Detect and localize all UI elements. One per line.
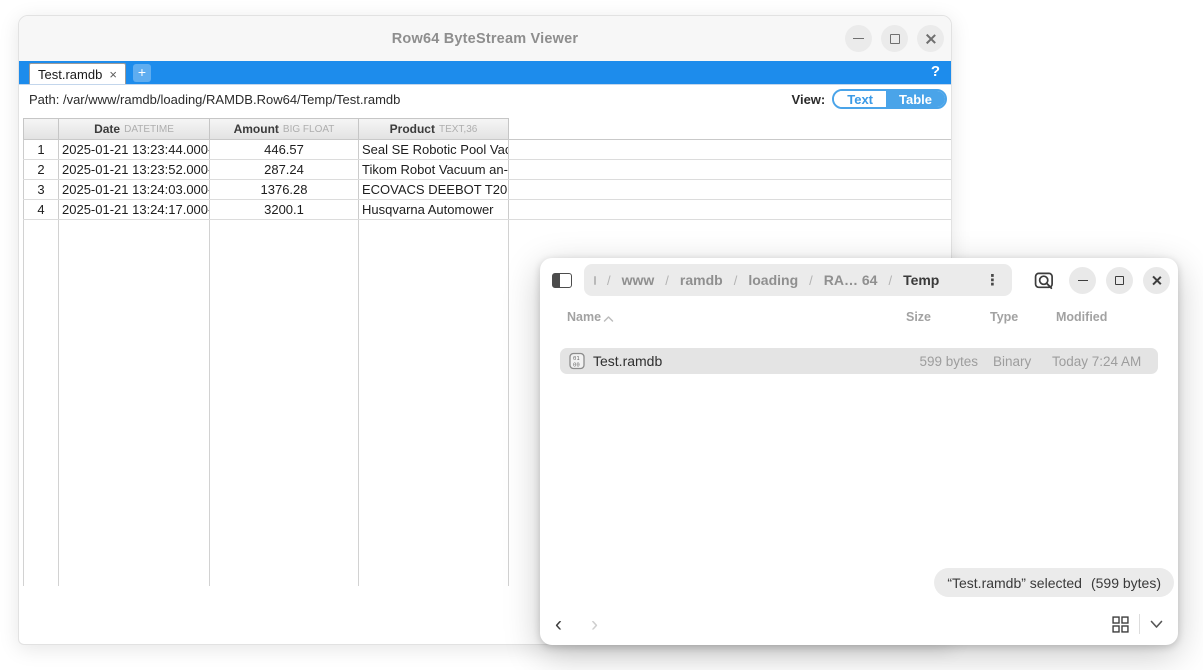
minimize-button[interactable] xyxy=(1069,267,1096,294)
cell-product[interactable]: Tikom Robot Vacuum an- xyxy=(359,160,509,179)
file-modified: Today 7:24 AM xyxy=(1052,348,1141,374)
cell-amount[interactable]: 3200.1 xyxy=(210,200,359,219)
row-number: 2 xyxy=(23,160,59,179)
file-size: 599 bytes xyxy=(919,348,978,374)
column-header-type[interactable]: Type xyxy=(990,310,1018,324)
svg-text:00: 00 xyxy=(573,362,580,368)
view-toggle: Text Table xyxy=(832,89,947,109)
cell-product[interactable]: ECOVACS DEEBOT T20 O- xyxy=(359,180,509,199)
tab-test-ramdb[interactable]: Test.ramdb × xyxy=(29,63,126,84)
table-row[interactable]: 4 2025-01-21 13:24:17.000- 3200.1 Husqva… xyxy=(23,200,951,220)
breadcrumb-item-www[interactable]: www xyxy=(622,272,655,288)
breadcrumb-item-temp[interactable]: Temp xyxy=(903,272,939,288)
maximize-button[interactable] xyxy=(881,25,908,52)
column-header-product[interactable]: Product TEXT,36 xyxy=(359,118,509,139)
minimize-button[interactable] xyxy=(845,25,872,52)
files-bottombar: ‹ › xyxy=(540,603,1178,645)
cell-date[interactable]: 2025-01-21 13:24:17.000- xyxy=(59,200,210,219)
cell-date[interactable]: 2025-01-21 13:23:52.000- xyxy=(59,160,210,179)
search-icon xyxy=(1034,270,1055,291)
close-button[interactable] xyxy=(1143,267,1170,294)
cell-product[interactable]: Husqvarna Automower xyxy=(359,200,509,219)
forward-button[interactable]: › xyxy=(591,614,598,635)
maximize-button[interactable] xyxy=(1106,267,1133,294)
new-tab-button[interactable]: + xyxy=(133,64,151,82)
tab-close-icon[interactable]: × xyxy=(109,68,117,81)
view-table-button[interactable]: Table xyxy=(886,91,945,107)
table-row[interactable]: 3 2025-01-21 13:24:03.000- 1376.28 ECOVA… xyxy=(23,180,951,200)
row-number: 4 xyxy=(23,200,59,219)
status-selected-text: “Test.ramdb” selected xyxy=(947,575,1082,591)
cell-date[interactable]: 2025-01-21 13:24:03.000- xyxy=(59,180,210,199)
breadcrumb-item-ramdb-row64[interactable]: RA… 64 xyxy=(824,272,878,288)
file-manager-window: / www / ramdb / loading / RA… 64 / Temp … xyxy=(540,258,1178,645)
cell-product[interactable]: Seal SE Robotic Pool Vac- xyxy=(359,140,509,159)
column-header-name[interactable]: Name xyxy=(567,310,601,324)
grid-view-button[interactable] xyxy=(1112,616,1129,633)
view-label: View: xyxy=(792,92,826,107)
list-column-headers: Name Size Type Modified xyxy=(540,310,1178,332)
sidebar-toggle-icon[interactable] xyxy=(552,273,572,288)
breadcrumb-item-ramdb[interactable]: ramdb xyxy=(680,272,723,288)
minimize-icon xyxy=(853,38,864,39)
breadcrumb-item-loading[interactable]: loading xyxy=(748,272,798,288)
table-corner-cell xyxy=(23,118,59,139)
column-header-amount[interactable]: Amount BIG FLOAT xyxy=(210,118,359,139)
file-type: Binary xyxy=(993,348,1031,374)
files-headerbar[interactable]: / www / ramdb / loading / RA… 64 / Temp … xyxy=(540,258,1178,302)
table-header-row: Date DATETIME Amount BIG FLOAT Product T… xyxy=(23,118,951,140)
table-row[interactable]: 1 2025-01-21 13:23:44.000- 446.57 Seal S… xyxy=(23,140,951,160)
close-icon xyxy=(925,33,937,45)
sort-ascending-icon xyxy=(603,315,614,323)
tab-label: Test.ramdb xyxy=(38,67,102,82)
close-icon xyxy=(1151,275,1162,286)
close-button[interactable] xyxy=(917,25,944,52)
help-icon[interactable]: ? xyxy=(931,63,940,80)
column-header-size[interactable]: Size xyxy=(906,310,931,324)
window-title: Row64 ByteStream Viewer xyxy=(392,31,578,47)
toolbar-divider xyxy=(1139,614,1140,634)
maximize-icon xyxy=(890,34,900,44)
column-header-date[interactable]: Date DATETIME xyxy=(59,118,210,139)
view-options-chevron-down-icon[interactable] xyxy=(1150,620,1163,629)
file-name: Test.ramdb xyxy=(593,348,662,374)
svg-text:01: 01 xyxy=(573,356,580,362)
cell-date[interactable]: 2025-01-21 13:23:44.000- xyxy=(59,140,210,159)
cell-amount[interactable]: 1376.28 xyxy=(210,180,359,199)
maximize-icon xyxy=(1115,276,1124,285)
view-text-button[interactable]: Text xyxy=(834,91,886,107)
breadcrumb: / www / ramdb / loading / RA… 64 / Temp … xyxy=(584,264,1012,296)
row-number: 1 xyxy=(23,140,59,159)
back-button[interactable]: ‹ xyxy=(555,614,562,635)
binary-file-icon: 01 00 xyxy=(568,348,586,374)
viewer-titlebar[interactable]: Row64 ByteStream Viewer xyxy=(19,16,951,61)
search-button[interactable] xyxy=(1034,270,1055,291)
status-size-text: (599 bytes) xyxy=(1091,575,1161,591)
file-row-test-ramdb[interactable]: 01 00 Test.ramdb 599 bytes Binary Today … xyxy=(560,348,1158,374)
cell-amount[interactable]: 446.57 xyxy=(210,140,359,159)
row-number: 3 xyxy=(23,180,59,199)
minimize-icon xyxy=(1078,280,1088,281)
file-path: Path: /var/www/ramdb/loading/RAMDB.Row64… xyxy=(29,92,400,107)
column-header-modified[interactable]: Modified xyxy=(1056,310,1107,324)
table-row[interactable]: 2 2025-01-21 13:23:52.000- 287.24 Tikom … xyxy=(23,160,951,180)
path-bar: Path: /var/www/ramdb/loading/RAMDB.Row64… xyxy=(19,85,951,113)
cell-amount[interactable]: 287.24 xyxy=(210,160,359,179)
tab-bar: Test.ramdb × + ? xyxy=(19,61,951,85)
truncated-crumb xyxy=(594,276,596,285)
selection-status-badge: “Test.ramdb” selected (599 bytes) xyxy=(934,568,1174,597)
kebab-menu-icon[interactable]: ⋮ xyxy=(983,271,1002,289)
